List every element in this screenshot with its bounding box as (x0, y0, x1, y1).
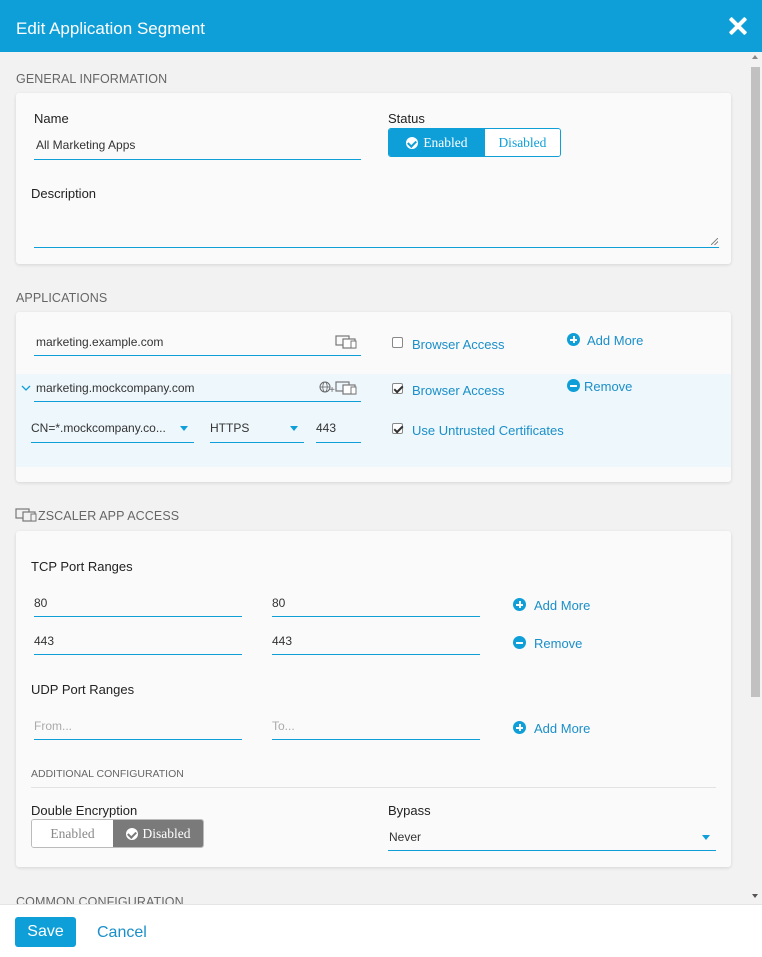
name-input[interactable]: All Marketing Apps (34, 138, 361, 160)
udp-to-placeholder: To... (272, 719, 295, 733)
browser-access-checkbox[interactable] (392, 383, 403, 394)
dialog-header: Edit Application Segment (0, 0, 762, 52)
protocol-value: HTTPS (210, 421, 250, 435)
browser-access-label[interactable]: Browser Access (412, 337, 504, 352)
domain-value: marketing.mockcompany.com (36, 381, 195, 395)
check-circle-icon (406, 136, 419, 149)
section-title-applications: APPLICATIONS (16, 291, 108, 305)
description-label: Description (31, 186, 97, 201)
tcp-to-value: 80 (272, 596, 286, 610)
bypass-value: Never (389, 830, 422, 844)
add-more-domain-button[interactable]: Add More (587, 333, 643, 348)
double-encryption-label: Double Encryption (31, 803, 138, 818)
browser-access-checkbox[interactable] (392, 337, 403, 348)
divider (31, 787, 716, 788)
name-value: All Marketing Apps (36, 138, 136, 152)
devices-icon (335, 335, 357, 349)
scrollbar[interactable] (749, 52, 762, 904)
untrusted-cert-label[interactable]: Use Untrusted Certificates (412, 423, 564, 438)
certificate-value: CN=*.mockcompany.co... (31, 421, 166, 435)
status-enabled-button[interactable]: Enabled (389, 129, 485, 156)
certificate-select[interactable]: CN=*.mockcompany.co... (31, 419, 194, 443)
add-more-tcp-button[interactable]: Add More (534, 598, 590, 613)
double-enc-enabled-button[interactable]: Enabled (32, 820, 114, 847)
tcp-to-value: 443 (272, 634, 293, 648)
status-toggle: Enabled Disabled (388, 128, 561, 157)
chevron-down-icon[interactable] (21, 384, 31, 392)
port-value: 443 (316, 421, 337, 435)
domain-input[interactable]: marketing.mockcompany.com + (34, 379, 361, 402)
section-title-common: COMMON CONFIGURATION (16, 895, 184, 904)
section-title-general: GENERAL INFORMATION (16, 72, 168, 86)
zscaler-card: TCP Port Ranges 80 80 Add More 443 443 R… (16, 531, 731, 867)
untrusted-cert-checkbox[interactable] (392, 423, 403, 434)
scroll-thumb[interactable] (751, 67, 760, 697)
close-icon[interactable] (728, 16, 748, 36)
cancel-button[interactable]: Cancel (97, 924, 147, 942)
additional-config-title: ADDITIONAL CONFIGURATION (31, 768, 184, 780)
chevron-down-icon (702, 835, 710, 840)
add-more-udp-button[interactable]: Add More (534, 721, 590, 736)
status-disabled-button[interactable]: Disabled (484, 129, 560, 156)
scroll-down-icon[interactable] (752, 894, 758, 898)
tcp-to-input[interactable]: 443 (272, 634, 480, 655)
status-label: Status (388, 111, 425, 126)
status-disabled-label: Disabled (498, 134, 547, 150)
name-label: Name (34, 111, 69, 126)
udp-from-input[interactable]: From... (34, 719, 242, 740)
plus-circle-icon[interactable] (513, 721, 526, 734)
port-input[interactable]: 443 (316, 419, 361, 443)
domain-value: marketing.example.com (36, 335, 164, 349)
browser-access-label[interactable]: Browser Access (412, 383, 504, 398)
plus-circle-icon[interactable] (567, 333, 580, 346)
status-enabled-label: Enabled (423, 134, 468, 150)
protocol-select[interactable]: HTTPS (210, 419, 304, 443)
minus-circle-icon[interactable] (513, 636, 526, 649)
applications-card: marketing.example.com Browser Access Add… (16, 312, 731, 482)
devices-icon (335, 381, 357, 395)
tcp-from-value: 80 (34, 596, 48, 610)
dialog-title: Edit Application Segment (16, 19, 206, 38)
description-textarea[interactable] (34, 207, 719, 248)
tcp-to-input[interactable]: 80 (272, 596, 480, 617)
udp-to-input[interactable]: To... (272, 719, 480, 740)
minus-circle-icon[interactable] (567, 379, 580, 392)
section-title-zscaler: ZSCALER APP ACCESS (38, 509, 180, 523)
chevron-down-icon (290, 426, 298, 431)
remove-domain-button[interactable]: Remove (584, 379, 632, 394)
dialog-footer: Save Cancel (0, 904, 762, 957)
double-enc-disabled-label: Disabled (142, 825, 191, 841)
udp-port-label: UDP Port Ranges (31, 682, 135, 697)
plus-circle-icon[interactable] (513, 598, 526, 611)
bypass-label: Bypass (388, 803, 431, 818)
tcp-from-input[interactable]: 443 (34, 634, 242, 655)
tcp-port-label: TCP Port Ranges (31, 559, 133, 574)
devices-icon (15, 508, 37, 522)
double-enc-enabled-label: Enabled (50, 825, 95, 841)
tcp-from-input[interactable]: 80 (34, 596, 242, 617)
udp-from-placeholder: From... (34, 719, 72, 733)
double-encryption-toggle: Enabled Disabled (31, 819, 204, 848)
check-circle-icon (125, 827, 138, 840)
bypass-select[interactable]: Never (388, 828, 716, 851)
remove-tcp-button[interactable]: Remove (534, 636, 582, 651)
resize-grip-icon[interactable] (711, 238, 718, 245)
general-card: Name All Marketing Apps Status Enabled D… (16, 93, 731, 264)
save-button[interactable]: Save (15, 917, 76, 947)
dialog-body[interactable]: GENERAL INFORMATION Name All Marketing A… (0, 52, 762, 904)
tcp-from-value: 443 (34, 634, 55, 648)
chevron-down-icon (180, 426, 188, 431)
double-enc-disabled-button[interactable]: Disabled (113, 820, 203, 847)
scroll-up-icon[interactable] (752, 55, 758, 59)
domain-input[interactable]: marketing.example.com (34, 333, 361, 356)
